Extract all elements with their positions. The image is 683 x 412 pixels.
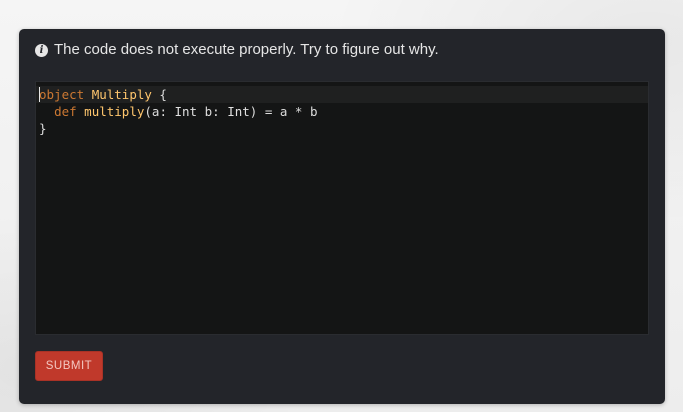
submit-button[interactable]: SUBMIT bbox=[35, 351, 103, 381]
code-token: { bbox=[151, 87, 167, 102]
code-line[interactable]: def multiply(a: Int b: Int) = a * b bbox=[36, 103, 648, 120]
code-token: Multiply bbox=[91, 87, 152, 102]
info-icon: i bbox=[35, 43, 48, 57]
code-token: Int bbox=[227, 104, 250, 119]
code-token: multiply bbox=[84, 104, 145, 119]
code-token: Int bbox=[174, 104, 198, 119]
exercise-panel: i The code does not execute properly. Tr… bbox=[19, 29, 665, 404]
code-editor-body[interactable]: object Multiply { def multiply(a: Int b:… bbox=[36, 86, 648, 334]
code-token: (a: bbox=[144, 104, 175, 119]
code-line[interactable]: object Multiply { bbox=[36, 86, 648, 103]
code-token: def bbox=[54, 104, 77, 119]
question-text: The code does not execute properly. Try … bbox=[54, 41, 439, 58]
text-caret bbox=[39, 87, 40, 102]
code-token: } bbox=[39, 121, 47, 136]
code-line[interactable]: } bbox=[36, 120, 648, 137]
code-editor[interactable]: object Multiply { def multiply(a: Int b:… bbox=[35, 81, 649, 335]
question-prompt: i The code does not execute properly. Tr… bbox=[35, 41, 439, 59]
code-token: b: bbox=[197, 104, 228, 119]
code-token: object bbox=[39, 87, 85, 102]
code-token: ) = a * b bbox=[249, 104, 318, 119]
